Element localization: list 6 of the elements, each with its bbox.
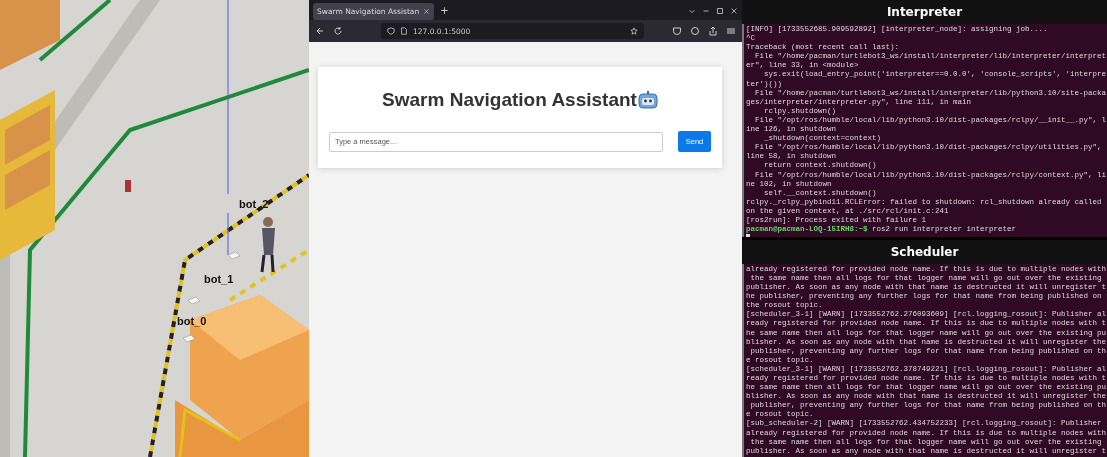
robot-label: bot_0 [177,315,207,327]
page-heading: Swarm Navigation Assistant [382,89,637,111]
robot-label: bot_1 [204,273,234,285]
new-tab-button[interactable]: + [440,6,449,16]
terminal-title: Scheduler [742,239,1107,264]
terminal-title: Interpreter [742,0,1107,24]
